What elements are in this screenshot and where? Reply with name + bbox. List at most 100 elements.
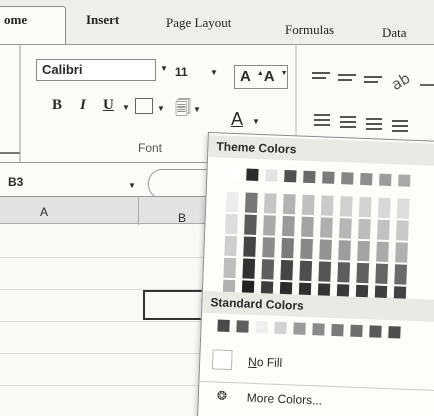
theme-shade-swatch[interactable] <box>299 260 313 282</box>
theme-shade-swatch[interactable] <box>356 262 370 284</box>
color-wheel-icon: ❂ <box>216 388 228 403</box>
tab-page-layout[interactable]: Page Layout <box>166 15 231 31</box>
theme-shade-swatch[interactable] <box>337 262 351 283</box>
font-name-dropdown-icon[interactable]: ▼ <box>160 64 168 73</box>
more-colors-label: More Colors... <box>246 390 323 408</box>
tab-insert[interactable]: Insert <box>86 12 119 28</box>
align-top-icon <box>312 72 330 79</box>
theme-shade-swatch[interactable] <box>394 264 408 285</box>
no-fill-option[interactable]: No Fill <box>200 345 434 384</box>
theme-color-swatch[interactable] <box>284 169 297 183</box>
fill-color-dropdown-icon[interactable]: ▼ <box>193 105 201 114</box>
italic-button[interactable]: I <box>80 97 86 114</box>
name-box-dropdown-icon[interactable]: ▼ <box>128 181 136 190</box>
standard-color-swatch[interactable] <box>331 323 344 337</box>
theme-shade-swatch[interactable] <box>261 259 275 280</box>
standard-color-swatch[interactable] <box>369 325 382 338</box>
standard-color-swatch[interactable] <box>217 319 230 332</box>
theme-shade-swatch[interactable] <box>357 240 370 262</box>
standard-color-swatch[interactable] <box>236 320 249 333</box>
theme-shade-swatch[interactable] <box>358 218 371 240</box>
theme-shade-swatch[interactable] <box>301 216 314 238</box>
theme-color-swatch[interactable] <box>246 168 259 181</box>
theme-colors-heading: Theme Colors <box>208 135 434 167</box>
theme-shade-swatch[interactable] <box>377 197 391 219</box>
tab-home[interactable]: ome <box>0 6 66 46</box>
standard-color-swatch[interactable] <box>388 326 401 339</box>
underline-button[interactable]: U <box>103 97 114 114</box>
theme-shade-swatch[interactable] <box>244 192 258 213</box>
grid-row-line <box>0 385 215 386</box>
grow-shrink-font-buttons[interactable]: A▲A▼ <box>234 65 288 89</box>
excel-window: ome Insert Page Layout Formulas Data ab … <box>0 0 434 416</box>
theme-shade-swatch[interactable] <box>223 257 237 279</box>
theme-shade-swatch[interactable] <box>225 191 239 213</box>
theme-shade-swatch[interactable] <box>242 258 256 279</box>
theme-shade-swatch[interactable] <box>338 240 351 261</box>
column-header-b[interactable]: B <box>178 211 186 225</box>
standard-color-swatch[interactable] <box>350 324 363 338</box>
theme-shade-swatch[interactable] <box>262 237 275 258</box>
theme-shade-swatch[interactable] <box>320 195 334 216</box>
theme-color-swatch[interactable] <box>341 172 354 185</box>
theme-color-swatch[interactable] <box>398 174 411 187</box>
theme-shade-swatch[interactable] <box>318 261 332 282</box>
theme-shade-swatch[interactable] <box>376 219 390 241</box>
theme-shade-swatch[interactable] <box>358 196 372 218</box>
standard-color-swatch[interactable] <box>255 320 268 334</box>
theme-color-swatch[interactable] <box>303 170 316 184</box>
font-name-combo[interactable]: Calibri <box>36 59 156 81</box>
underline-dropdown-icon[interactable]: ▼ <box>122 103 130 112</box>
no-fill-swatch <box>211 349 233 371</box>
font-size-combo[interactable]: 11 <box>172 62 204 82</box>
name-box[interactable]: B3 <box>8 175 23 189</box>
tab-formulas[interactable]: Formulas <box>285 22 334 38</box>
theme-shade-swatch[interactable] <box>244 214 257 235</box>
theme-shade-swatch[interactable] <box>300 238 313 260</box>
theme-shade-swatch[interactable] <box>282 215 295 237</box>
fill-color-icon[interactable]: 🗐 <box>175 97 191 124</box>
theme-shade-swatch[interactable] <box>339 196 353 217</box>
theme-shade-swatch[interactable] <box>225 213 238 235</box>
grid-row-line <box>0 353 215 354</box>
theme-shade-swatch[interactable] <box>243 236 257 257</box>
column-header-a[interactable]: A <box>40 205 48 219</box>
theme-shade-swatch[interactable] <box>263 215 276 236</box>
ribbon-tabs: ome Insert Page Layout Formulas Data <box>0 0 434 46</box>
theme-shade-swatch[interactable] <box>224 235 238 257</box>
standard-color-swatch[interactable] <box>274 321 287 335</box>
no-fill-label: No Fill <box>247 354 283 371</box>
theme-shade-swatch[interactable] <box>301 194 315 216</box>
theme-shade-swatch[interactable] <box>282 193 296 215</box>
theme-shade-swatch[interactable] <box>320 217 333 238</box>
theme-shade-swatch[interactable] <box>339 218 352 239</box>
fill-color-dropdown: Theme Colors Standard Colors No Fill ❂ M… <box>196 132 434 416</box>
tab-data[interactable]: Data <box>382 25 407 41</box>
theme-shade-swatch[interactable] <box>396 198 410 219</box>
standard-color-swatch[interactable] <box>293 322 306 335</box>
more-colors-option[interactable]: ❂ More Colors... <box>198 380 434 416</box>
borders-dropdown-icon[interactable]: ▼ <box>157 104 165 113</box>
standard-color-swatch[interactable] <box>312 323 325 336</box>
font-size-dropdown-icon[interactable]: ▼ <box>210 68 218 77</box>
theme-shade-swatch[interactable] <box>263 193 277 214</box>
theme-color-swatch[interactable] <box>379 173 392 187</box>
theme-color-swatch[interactable] <box>360 172 373 186</box>
theme-color-swatch[interactable] <box>322 171 335 184</box>
font-color-button[interactable]: A <box>224 109 250 135</box>
bold-button[interactable]: B <box>52 97 62 114</box>
theme-shade-swatch[interactable] <box>375 263 389 284</box>
theme-shade-swatch[interactable] <box>280 259 294 281</box>
font-group-label: Font <box>138 141 163 155</box>
font-color-dropdown-icon[interactable]: ▼ <box>252 117 260 126</box>
theme-shade-swatch[interactable] <box>395 220 409 241</box>
svg-text:ab: ab <box>388 69 413 94</box>
borders-icon[interactable] <box>135 98 153 114</box>
column-divider <box>138 197 139 225</box>
theme-shade-swatch[interactable] <box>319 239 332 260</box>
theme-color-swatch[interactable] <box>227 167 240 181</box>
theme-shade-swatch[interactable] <box>395 242 408 263</box>
theme-shade-swatch[interactable] <box>281 237 294 259</box>
theme-color-swatch[interactable] <box>265 169 278 182</box>
theme-shade-swatch[interactable] <box>376 241 389 263</box>
